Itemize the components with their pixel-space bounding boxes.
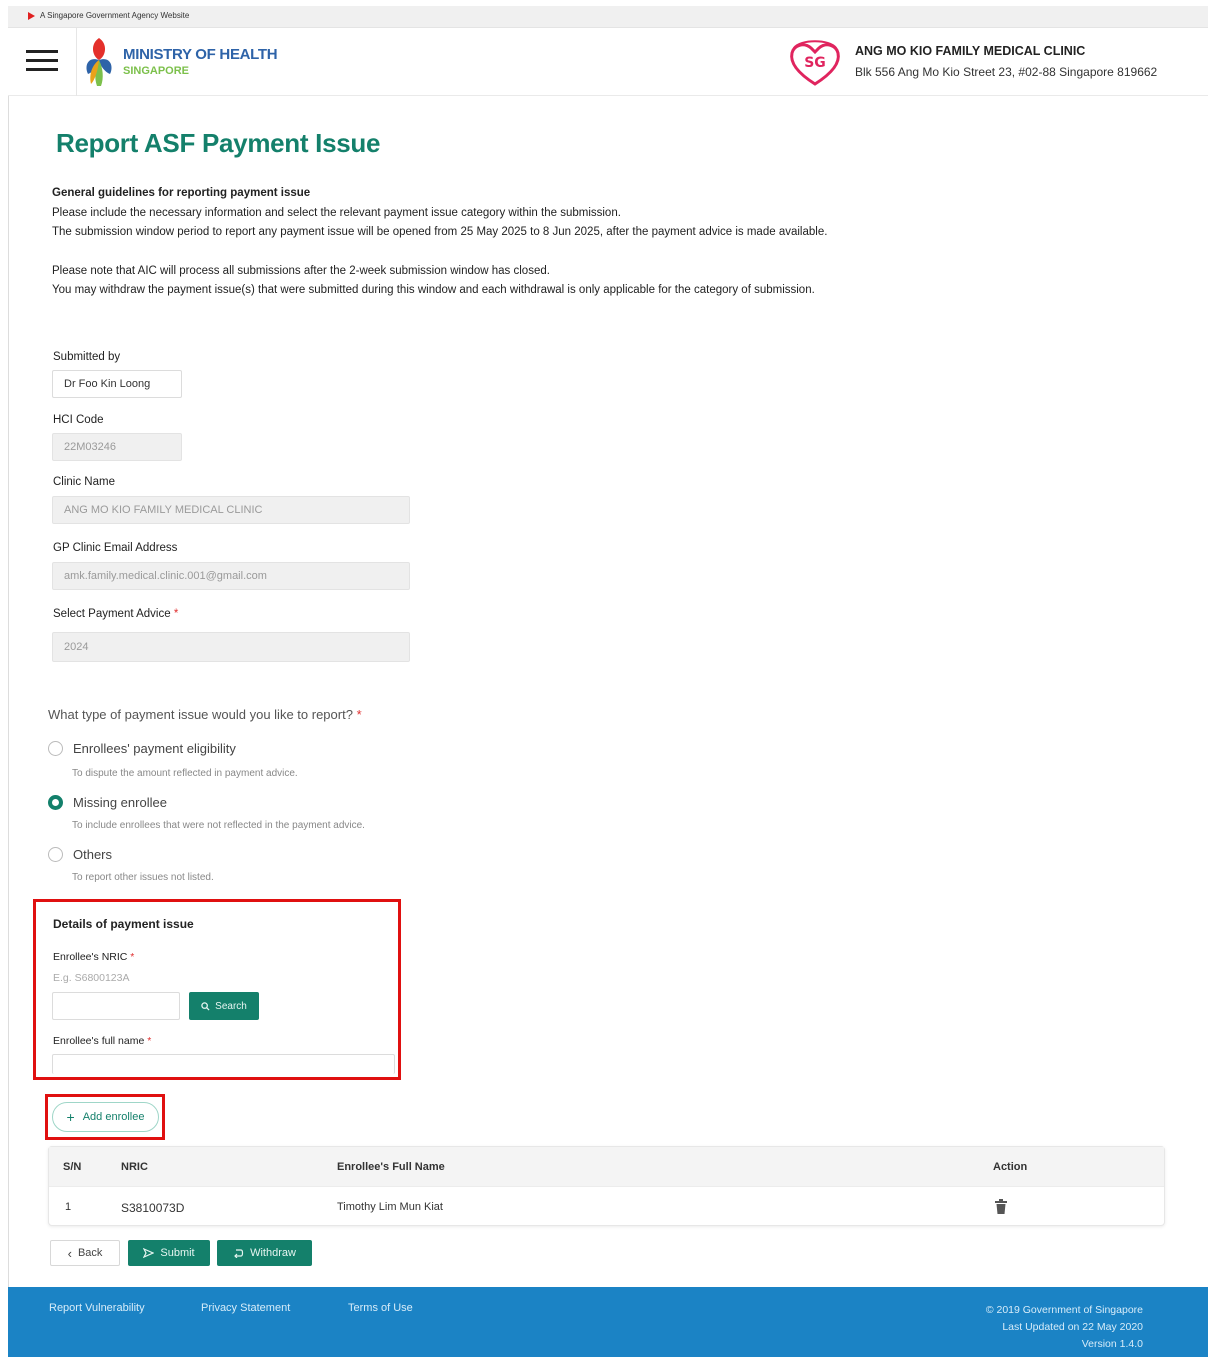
required-mark: *	[147, 1035, 152, 1047]
nric-input[interactable]	[52, 992, 180, 1020]
radio-label: Missing enrollee	[73, 795, 167, 810]
nric-label-text: Enrollee's NRIC	[53, 951, 128, 963]
table-cell-sn: 1	[65, 1201, 72, 1213]
required-mark: *	[130, 951, 135, 963]
payment-advice-label: Select Payment Advice *	[53, 608, 178, 620]
nric-label: Enrollee's NRIC *	[53, 951, 134, 963]
search-button[interactable]: Search	[189, 992, 259, 1020]
email-field: amk.family.medical.clinic.001@gmail.com	[52, 562, 410, 590]
radio-hint: To report other issues not listed.	[72, 872, 214, 883]
hci-code-field: 22M03246	[52, 433, 182, 461]
radio-button[interactable]	[48, 847, 63, 862]
hamburger-menu-icon[interactable]	[26, 50, 58, 74]
payment-advice-select[interactable]: 2024	[52, 632, 410, 662]
search-icon	[201, 1001, 210, 1011]
radio-label: Enrollees' payment eligibility	[73, 741, 236, 756]
column-header-sn: S/N	[63, 1161, 82, 1173]
guidelines: General guidelines for reporting payment…	[52, 184, 852, 301]
search-button-label: Search	[215, 1000, 247, 1012]
moh-logo-icon[interactable]	[82, 36, 116, 88]
undo-icon	[234, 1249, 244, 1258]
withdraw-button[interactable]: Withdraw	[217, 1240, 312, 1266]
back-label: Back	[77, 1247, 103, 1259]
radio-option-missing-enrollee[interactable]: Missing enrollee	[48, 795, 167, 810]
email-label: GP Clinic Email Address	[53, 542, 178, 554]
site-footer: Report Vulnerability Privacy Statement T…	[8, 1287, 1208, 1357]
site-header: MINISTRY OF HEALTH SINGAPORE SG ANG MO K…	[8, 28, 1208, 96]
radio-option-others[interactable]: Others	[48, 847, 112, 862]
footer-version: Version 1.4.0	[1081, 1338, 1143, 1350]
footer-info: © 2019 Government of Singapore Last Upda…	[986, 1302, 1143, 1353]
details-title: Details of payment issue	[53, 917, 194, 931]
guideline-text: Please include the necessary information…	[52, 206, 621, 219]
radio-hint: To dispute the amount reflected in payme…	[72, 768, 298, 779]
column-header-name: Enrollee's Full Name	[337, 1161, 445, 1173]
payment-advice-label-text: Select Payment Advice	[53, 608, 171, 620]
ministry-subtitle: SINGAPORE	[123, 65, 190, 77]
radio-label: Others	[73, 847, 113, 862]
back-button[interactable]: ‹ Back	[50, 1240, 120, 1266]
fullname-input[interactable]	[52, 1054, 395, 1074]
submitted-by-field[interactable]: Dr Foo Kin Loong	[52, 370, 182, 398]
submitted-by-label: Submitted by	[53, 351, 121, 363]
table-cell-nric: S3810073D	[121, 1201, 185, 1215]
healthier-sg-logo-icon: SG	[790, 40, 840, 86]
submit-label: Submit	[160, 1247, 195, 1259]
guideline-text: You may withdraw the payment issue(s) th…	[52, 284, 815, 296]
page-title: Report ASF Payment Issue	[56, 128, 381, 158]
table-cell-name: Timothy Lim Mun Kiat	[337, 1201, 443, 1213]
plus-icon: +	[66, 1109, 75, 1125]
column-header-nric: NRIC	[121, 1161, 148, 1173]
footer-copyright: © 2019 Government of Singapore	[985, 1304, 1143, 1316]
guideline-text: The submission window period to report a…	[52, 226, 828, 238]
gov-masthead: A Singapore Government Agency Website	[8, 6, 1208, 28]
required-mark: *	[173, 608, 179, 620]
svg-text:SG: SG	[804, 55, 826, 71]
fullname-label: Enrollee's full name *	[53, 1035, 151, 1047]
withdraw-label: Withdraw	[250, 1247, 296, 1259]
footer-link-terms[interactable]: Terms of Use	[348, 1302, 413, 1314]
header-divider	[76, 28, 77, 96]
required-mark: *	[356, 707, 362, 722]
issue-type-question-text: What type of payment issue would you lik…	[48, 707, 353, 722]
footer-last-updated: Last Updated on 22 May 2020	[1002, 1321, 1143, 1333]
enrollee-table: S/N NRIC Enrollee's Full Name Action 1 S…	[48, 1146, 1165, 1226]
footer-link-report-vulnerability[interactable]: Report Vulnerability	[49, 1302, 145, 1314]
guidelines-heading: General guidelines for reporting payment…	[52, 187, 311, 199]
submit-button[interactable]: Submit	[128, 1240, 210, 1266]
column-header-action: Action	[993, 1161, 1028, 1173]
radio-button[interactable]	[48, 741, 63, 756]
nric-placeholder-hint: E.g. S6800123A	[53, 972, 130, 984]
issue-type-question: What type of payment issue would you lik…	[48, 707, 362, 722]
radio-option-eligibility[interactable]: Enrollees' payment eligibility	[48, 741, 236, 756]
add-enrollee-button[interactable]: + Add enrollee	[52, 1102, 159, 1132]
trash-icon[interactable]	[995, 1199, 1007, 1214]
chevron-left-icon: ‹	[67, 1245, 72, 1261]
guideline-text: Please note that AIC will process all su…	[52, 264, 550, 277]
fullname-label-text: Enrollee's full name	[53, 1035, 145, 1047]
lion-head-icon	[28, 12, 35, 20]
header-clinic-address: Blk 556 Ang Mo Kio Street 23, #02-88 Sin…	[855, 65, 1158, 79]
masthead-text: A Singapore Government Agency Website	[40, 11, 190, 20]
clinic-name-label: Clinic Name	[53, 476, 115, 488]
clinic-name-field: ANG MO KIO FAMILY MEDICAL CLINIC	[52, 496, 410, 524]
ministry-title: MINISTRY OF HEALTH	[123, 46, 278, 63]
add-enrollee-label: Add enrollee	[82, 1111, 145, 1123]
hci-code-label: HCI Code	[53, 414, 104, 426]
send-icon	[143, 1248, 155, 1258]
footer-link-privacy[interactable]: Privacy Statement	[201, 1302, 290, 1314]
radio-button-selected[interactable]	[48, 795, 63, 810]
header-clinic-name: ANG MO KIO FAMILY MEDICAL CLINIC	[855, 44, 1086, 58]
radio-hint: To include enrollees that were not refle…	[72, 820, 365, 831]
